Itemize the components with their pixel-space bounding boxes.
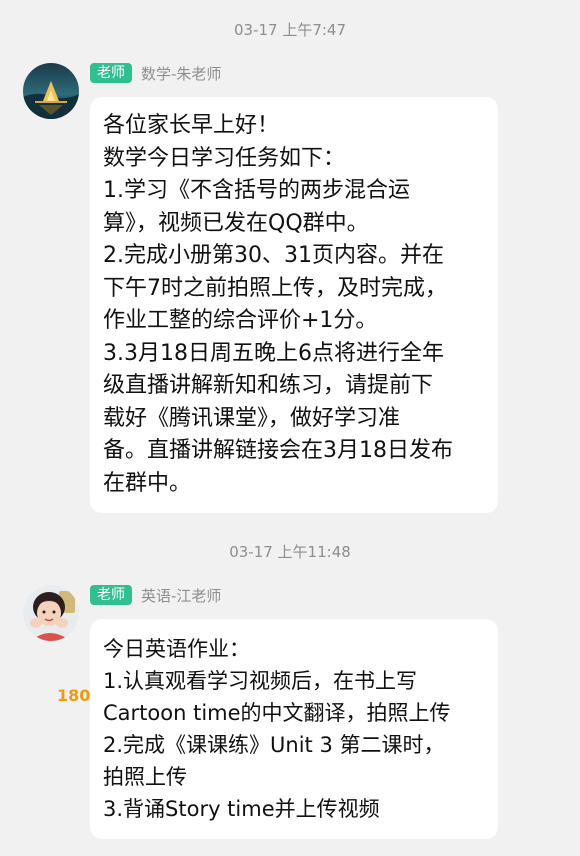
sender-avatar[interactable] bbox=[23, 585, 79, 641]
teacher-role-badge: 老师 bbox=[90, 63, 132, 83]
sender-header: 老师 英语-江老师 bbox=[90, 584, 221, 606]
message-line: 今日英语作业： bbox=[103, 637, 250, 661]
message-line: 1.认真观看学习视频后，在书上写 bbox=[103, 669, 418, 693]
sender-avatar[interactable] bbox=[23, 63, 79, 119]
child-photo-icon bbox=[23, 585, 79, 641]
message-line: 各位家长早上好！ bbox=[103, 113, 280, 138]
message-timestamp: 03-17 上午7:47 bbox=[233, 21, 347, 39]
message-bubble[interactable]: 今日英语作业： 1.认真观看学习视频后，在书上写 Cartoon time的中文… bbox=[90, 619, 498, 839]
message-line: Cartoon time的中文翻译，拍照上传 bbox=[103, 701, 451, 725]
sender-name: 数学-朱老师 bbox=[141, 64, 222, 83]
message-line: 3.背诵Story time并上传视频 bbox=[103, 797, 380, 821]
message-line: 数学今日学习任务如下： bbox=[103, 145, 346, 171]
teacher-role-badge: 老师 bbox=[90, 585, 132, 605]
sender-header: 老师 数学-朱老师 bbox=[90, 62, 221, 84]
message-line: 1.学习《不含括号的两步混合运 bbox=[103, 178, 410, 203]
message-line: 算》，视频已发在QQ群中。 bbox=[103, 210, 369, 236]
message-timestamp: 03-17 上午11:48 bbox=[229, 543, 351, 561]
message-line: 备。直播讲解链接会在3月18日发布 bbox=[103, 438, 453, 463]
message-line: 3.3月18日周五晚上6点将进行全年 bbox=[103, 340, 444, 366]
message-line: 下午7时之前拍照上传，及时完成， bbox=[103, 275, 447, 301]
message-line: 在群中。 bbox=[103, 470, 192, 496]
message-line: 载好《腾讯课堂》，做好学习准 bbox=[103, 405, 401, 431]
page-number-label: 180 bbox=[57, 686, 91, 705]
message-line: 拍照上传 bbox=[103, 765, 187, 789]
message-bubble[interactable]: 各位家长早上好！ 数学今日学习任务如下： 1.学习《不含括号的两步混合运 算》，… bbox=[90, 97, 498, 513]
message-line: 2.完成小册第30、31页内容。并在 bbox=[103, 243, 444, 268]
night-lake-scenery-icon bbox=[23, 63, 79, 119]
message-line: 2.完成《课课练》Unit 3 第二课时， bbox=[103, 733, 445, 757]
sender-name: 英语-江老师 bbox=[141, 586, 222, 605]
message-line: 作业工整的综合评价+1分。 bbox=[103, 308, 378, 333]
message-line: 级直播讲解新知和练习，请提前下 bbox=[103, 373, 434, 398]
